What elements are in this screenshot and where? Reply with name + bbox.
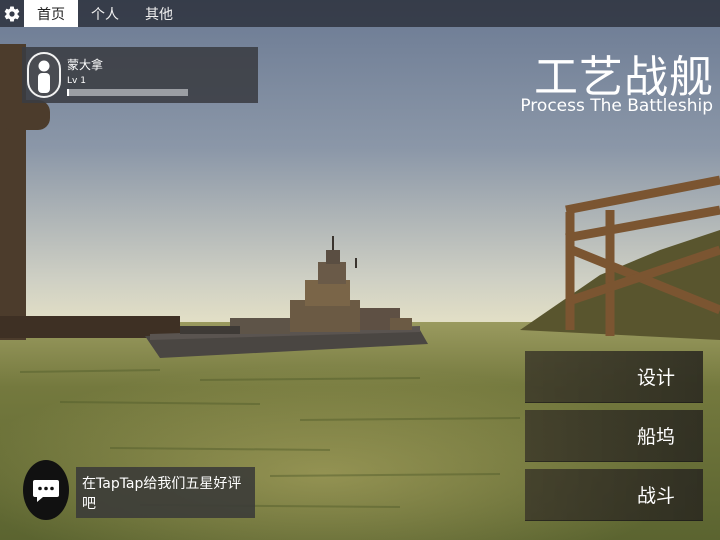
avatar xyxy=(27,52,61,98)
tab-other[interactable]: 其他 xyxy=(132,0,186,27)
gear-icon xyxy=(4,6,20,22)
tab-personal[interactable]: 个人 xyxy=(78,0,132,27)
xp-progress-fill xyxy=(67,89,70,96)
xp-progress-bar xyxy=(67,89,188,96)
top-tab-bar: 首页 个人 其他 xyxy=(0,0,720,27)
player-level: Lv 1 xyxy=(67,76,86,86)
player-profile-card[interactable]: 蒙大拿 Lv 1 xyxy=(22,47,258,103)
design-button[interactable]: 设计 xyxy=(525,351,703,403)
review-prompt[interactable]: 在TapTap给我们五星好评吧 xyxy=(76,467,255,518)
chat-bubble-icon xyxy=(23,460,69,520)
tab-home[interactable]: 首页 xyxy=(24,0,78,27)
battle-button[interactable]: 战斗 xyxy=(525,469,703,521)
chat-button[interactable] xyxy=(23,460,69,520)
settings-button[interactable] xyxy=(0,0,24,27)
game-subtitle: Process The Battleship xyxy=(520,96,713,116)
player-name: 蒙大拿 xyxy=(67,58,104,72)
person-silhouette-icon xyxy=(38,60,50,93)
dock-button[interactable]: 船坞 xyxy=(525,410,703,462)
